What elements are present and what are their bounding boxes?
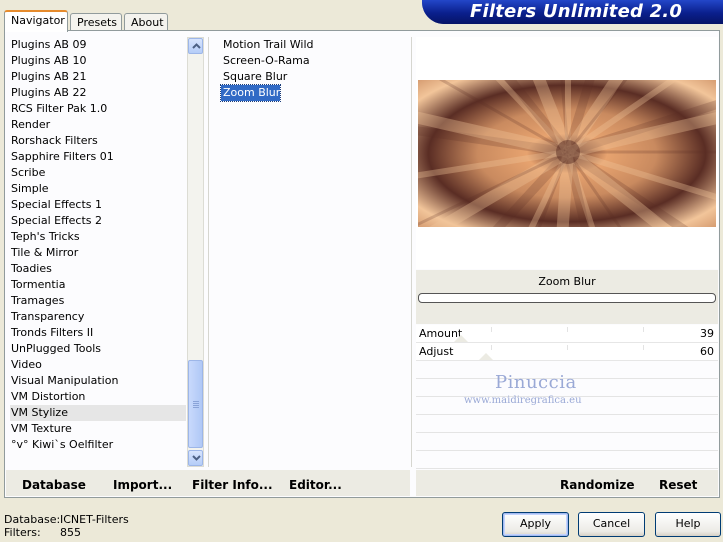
title-banner: Filters Unlimited 2.0 — [422, 0, 723, 24]
tab-about[interactable]: About — [124, 13, 168, 31]
chevron-up-icon — [192, 43, 201, 49]
category-item[interactable]: Transparency — [10, 309, 186, 325]
filter-item[interactable]: Zoom Blur — [219, 84, 282, 102]
filter-item[interactable]: Square Blur — [221, 69, 287, 85]
filter-item[interactable]: Screen-O-Rama — [221, 53, 310, 69]
watermark-url: www.maidiregrafica.eu — [464, 395, 582, 406]
category-item[interactable]: Special Effects 1 — [10, 197, 186, 213]
category-item[interactable]: Plugins AB 10 — [10, 53, 186, 69]
preview-image — [418, 80, 716, 227]
blur-center — [556, 140, 580, 164]
category-item[interactable]: Toadies — [10, 261, 186, 277]
category-item[interactable]: Visual Manipulation — [10, 373, 186, 389]
editor-button[interactable]: Editor... — [289, 478, 342, 492]
category-scrollbar[interactable] — [187, 37, 204, 467]
filter-item[interactable]: Motion Trail Wild — [221, 37, 314, 53]
category-item[interactable]: Rorshack Filters — [10, 133, 186, 149]
list-divider — [411, 37, 412, 467]
param-row-adjust[interactable]: Adjust 60 — [416, 343, 718, 361]
list-divider — [208, 37, 209, 467]
scroll-thumb[interactable] — [188, 360, 203, 448]
param-row-empty — [416, 433, 718, 451]
reset-button[interactable]: Reset — [659, 478, 697, 492]
category-list[interactable]: Plugins AB 09 Plugins AB 10 Plugins AB 21 P… — [10, 37, 186, 467]
tab-navigator[interactable]: Navigator — [4, 10, 68, 32]
apply-button[interactable]: Apply — [502, 512, 569, 537]
slider-marker[interactable] — [454, 335, 468, 342]
database-button[interactable]: Database — [22, 478, 86, 492]
category-item[interactable]: Tronds Filters II — [10, 325, 186, 341]
param-row-empty — [416, 415, 718, 433]
category-item[interactable]: Tormentia — [10, 277, 186, 293]
category-item[interactable]: Tile & Mirror — [10, 245, 186, 261]
param-value: 39 — [700, 327, 714, 340]
status-filters-label: Filters: — [4, 526, 41, 539]
category-item[interactable]: VM Distortion — [10, 389, 186, 405]
scroll-up-button[interactable] — [188, 38, 203, 54]
slider-marker[interactable] — [479, 353, 493, 360]
progress-bar — [418, 293, 716, 303]
category-item[interactable]: °v° Kiwi`s Oelfilter — [10, 437, 186, 453]
category-item[interactable]: Sapphire Filters 01 — [10, 149, 186, 165]
scroll-down-button[interactable] — [188, 450, 203, 466]
filter-list[interactable]: Motion Trail Wild Screen-O-Rama Square Blu… — [219, 37, 401, 102]
filter-name-label: Zoom Blur — [538, 275, 596, 288]
category-item[interactable]: Teph's Tricks — [10, 229, 186, 245]
category-item[interactable]: VM Texture — [10, 421, 186, 437]
randomize-button[interactable]: Randomize — [560, 478, 634, 492]
param-row-amount[interactable]: Amount 39 — [416, 325, 718, 343]
category-item[interactable]: Special Effects 2 — [10, 213, 186, 229]
import-button[interactable]: Import... — [113, 478, 172, 492]
category-item[interactable]: Scribe — [10, 165, 186, 181]
chevron-down-icon — [192, 455, 201, 461]
category-item[interactable]: Tramages — [10, 293, 186, 309]
category-item[interactable]: Render — [10, 117, 186, 133]
tab-presets[interactable]: Presets — [70, 13, 122, 31]
window-title: Filters Unlimited 2.0 — [470, 1, 683, 22]
status-database-value: ICNET-Filters — [60, 513, 129, 526]
category-item[interactable]: VM Stylize — [10, 405, 186, 421]
category-item[interactable]: Plugins AB 21 — [10, 69, 186, 85]
status-database-label: Database: — [4, 513, 61, 526]
cancel-button[interactable]: Cancel — [578, 512, 645, 537]
category-item[interactable]: UnPlugged Tools — [10, 341, 186, 357]
param-row-empty — [416, 451, 718, 469]
status-filters-value: 855 — [60, 526, 81, 539]
param-label: Adjust — [419, 345, 454, 358]
category-item[interactable]: RCS Filter Pak 1.0 — [10, 101, 186, 117]
param-value: 60 — [700, 345, 714, 358]
category-item[interactable]: Plugins AB 22 — [10, 85, 186, 101]
category-item[interactable]: Simple — [10, 181, 186, 197]
filter-info-button[interactable]: Filter Info... — [192, 478, 273, 492]
category-item[interactable]: Video — [10, 357, 186, 373]
watermark-name: Pinuccia — [495, 372, 577, 393]
category-item[interactable]: Plugins AB 09 — [10, 37, 186, 53]
help-button[interactable]: Help — [655, 512, 721, 537]
